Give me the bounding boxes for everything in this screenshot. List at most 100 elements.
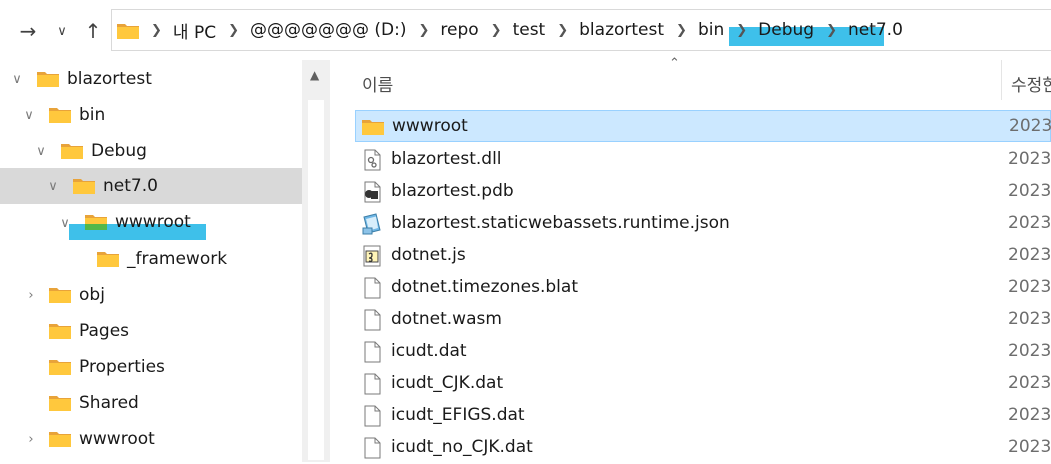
chevron-right-icon[interactable]: ›: [24, 288, 38, 303]
file-row[interactable]: blazortest.dll 2023: [355, 143, 1051, 175]
file-row[interactable]: icudt_EFIGS.dat 2023: [355, 399, 1051, 431]
chevron-down-icon[interactable]: ∨: [10, 72, 24, 87]
folder-icon: [117, 22, 139, 39]
file-row[interactable]: icudt_no_CJK.dat 2023: [355, 431, 1051, 463]
scrollbar-thumb[interactable]: [308, 100, 324, 460]
file-row[interactable]: dotnet.wasm 2023: [355, 303, 1051, 335]
tree-item[interactable]: Pages: [0, 313, 302, 349]
file-date: 2023: [1008, 373, 1051, 393]
folder-icon: [61, 142, 83, 159]
breadcrumb-item[interactable]: net7.0: [848, 20, 903, 40]
folder-icon: [49, 394, 71, 411]
tree-item-label: wwwroot: [79, 429, 155, 449]
file-name: wwwroot: [392, 116, 468, 136]
breadcrumb-item[interactable]: blazortest: [579, 20, 664, 40]
folder-icon: [49, 106, 71, 123]
tree-scrollbar[interactable]: ▲: [302, 60, 330, 462]
chevron-right-icon[interactable]: ❯: [491, 23, 502, 38]
tree-item-label: blazortest: [67, 69, 152, 89]
up-arrow-icon[interactable]: ↑: [80, 14, 106, 48]
breadcrumb: ❯ 내 PC ❯ @@@@@@@ (D:) ❯ repo ❯ test ❯ bl…: [112, 10, 903, 50]
file-name: dotnet.js: [391, 245, 466, 265]
column-date-header[interactable]: 수정한: [1011, 71, 1051, 96]
generic-file-icon: [361, 277, 383, 299]
tree-item[interactable]: ∨ wwwroot: [0, 205, 302, 241]
tree-item-label: obj: [79, 285, 105, 305]
pdb-file-icon: [361, 181, 383, 203]
chevron-down-icon[interactable]: ∨: [34, 144, 48, 159]
file-date: 2023: [1008, 309, 1051, 329]
breadcrumb-item[interactable]: repo: [440, 20, 478, 40]
file-row[interactable]: icudt_CJK.dat 2023: [355, 367, 1051, 399]
navigation-bar: → ∨ ↑ ❯ 내 PC ❯ @@@@@@@ (D:) ❯ repo ❯ tes…: [0, 0, 1051, 60]
breadcrumb-item[interactable]: Debug: [758, 20, 814, 40]
scroll-up-icon[interactable]: ▲: [310, 68, 319, 82]
file-name: icudt_no_CJK.dat: [391, 437, 533, 457]
folder-icon: [97, 250, 119, 267]
column-name-header[interactable]: 이름: [362, 71, 393, 96]
chevron-right-icon[interactable]: ❯: [826, 23, 837, 38]
tree-item-selected[interactable]: ∨ net7.0: [0, 168, 302, 204]
file-date: 2023: [1008, 341, 1051, 361]
tree-item-label: Debug: [91, 141, 147, 161]
file-row[interactable]: dotnet.timezones.blat 2023: [355, 271, 1051, 303]
navigation-tree: ∨ blazortest ∨ bin ∨ Debug ∨ net7.0 ∨ ww…: [0, 60, 302, 462]
chevron-right-icon[interactable]: ❯: [736, 23, 747, 38]
folder-icon: [37, 70, 59, 87]
folder-icon: [73, 177, 95, 194]
file-row[interactable]: icudt.dat 2023: [355, 335, 1051, 367]
generic-file-icon: [361, 309, 383, 331]
file-name: icudt.dat: [391, 341, 467, 361]
breadcrumb-item[interactable]: @@@@@@@ (D:): [250, 20, 407, 40]
breadcrumb-item[interactable]: test: [513, 20, 546, 40]
tree-item[interactable]: Shared: [0, 385, 302, 421]
column-divider[interactable]: [1001, 60, 1002, 100]
chevron-down-icon[interactable]: ∨: [46, 179, 60, 194]
sort-ascending-icon: ⌃: [669, 56, 680, 71]
file-name: blazortest.dll: [391, 149, 502, 169]
folder-icon: [49, 430, 71, 447]
breadcrumb-item[interactable]: bin: [698, 20, 724, 40]
file-row[interactable]: blazortest.staticwebassets.runtime.json …: [355, 207, 1051, 239]
file-date: 2023: [1008, 181, 1051, 201]
chevron-right-icon: ❯: [151, 22, 162, 38]
chevron-down-icon[interactable]: ∨: [22, 108, 36, 123]
file-row[interactable]: blazortest.pdb 2023: [355, 175, 1051, 207]
tree-item[interactable]: › obj: [0, 277, 302, 313]
generic-file-icon: [361, 437, 383, 459]
back-arrow-icon[interactable]: →: [14, 14, 42, 48]
tree-item-label: bin: [79, 105, 106, 125]
breadcrumb-item[interactable]: 내 PC: [173, 18, 216, 43]
file-date: 2023: [1008, 437, 1051, 457]
file-name: icudt_EFIGS.dat: [391, 405, 525, 425]
file-name: blazortest.pdb: [391, 181, 514, 201]
file-date: 2023: [1008, 277, 1051, 297]
address-bar[interactable]: ❯ 내 PC ❯ @@@@@@@ (D:) ❯ repo ❯ test ❯ bl…: [111, 9, 1051, 51]
chevron-down-icon[interactable]: ∨: [52, 14, 72, 48]
tree-item-label: Shared: [79, 393, 139, 413]
tree-item[interactable]: ∨ bin: [0, 97, 302, 133]
tree-item[interactable]: › wwwroot: [0, 421, 302, 457]
chevron-right-icon[interactable]: ❯: [676, 23, 687, 38]
file-row[interactable]: wwwroot 2023: [355, 110, 1051, 142]
file-name: dotnet.timezones.blat: [391, 277, 578, 297]
tree-item[interactable]: ∨ blazortest: [0, 61, 302, 97]
chevron-right-icon[interactable]: ❯: [418, 23, 429, 38]
tree-item-label: _framework: [127, 249, 228, 269]
tree-item[interactable]: Properties: [0, 349, 302, 385]
folder-icon: [362, 118, 384, 140]
chevron-right-icon[interactable]: ❯: [557, 23, 568, 38]
folder-icon: [49, 286, 71, 303]
chevron-right-icon[interactable]: ›: [24, 432, 38, 447]
file-list: ⌃ 이름 수정한 wwwroot 2023 blazortest.dll 202…: [330, 56, 1051, 463]
file-name: blazortest.staticwebassets.runtime.json: [391, 213, 730, 233]
tree-item-label: net7.0: [103, 176, 158, 196]
file-row[interactable]: dotnet.js 2023: [355, 239, 1051, 271]
tree-item[interactable]: _framework: [0, 241, 302, 277]
folder-icon: [49, 358, 71, 375]
file-date: 2023: [1009, 116, 1051, 136]
folder-icon: [85, 213, 107, 230]
chevron-right-icon[interactable]: ❯: [228, 23, 239, 38]
file-date: 2023: [1008, 149, 1051, 169]
tree-item[interactable]: ∨ Debug: [0, 133, 302, 169]
